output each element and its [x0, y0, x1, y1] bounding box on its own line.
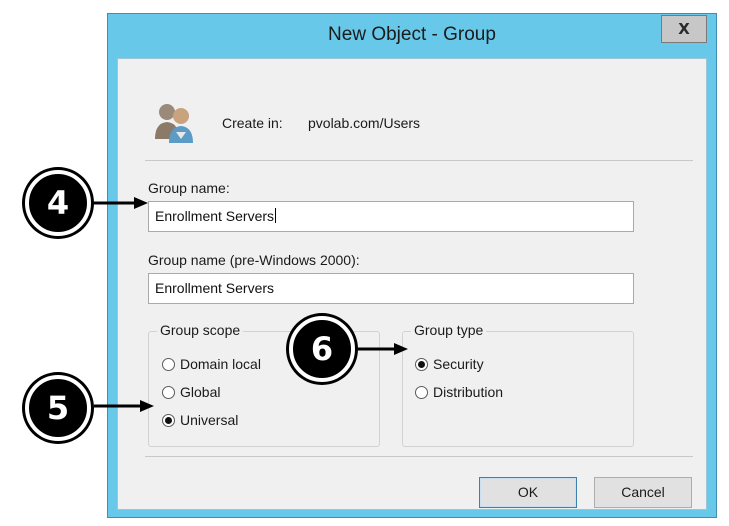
callout-step-4: 4: [25, 170, 91, 236]
arrow-icon: [94, 197, 148, 209]
dialog-body: Create in: pvolab.com/Users Group name: …: [117, 58, 707, 510]
create-in-path: pvolab.com/Users: [308, 115, 421, 131]
radio-label: Security: [433, 356, 484, 372]
create-in-label: Create in:: [222, 115, 283, 131]
title-bar[interactable]: New Object - Group X: [108, 14, 716, 58]
group-icon: [155, 104, 193, 143]
group-name-pre2000-label: Group name (pre-Windows 2000):: [148, 252, 360, 268]
radio-security[interactable]: Security: [415, 356, 484, 372]
group-name-input[interactable]: Enrollment Servers: [148, 201, 634, 232]
radio-button-selected[interactable]: [415, 357, 428, 371]
ok-button[interactable]: OK: [479, 477, 577, 508]
radio-domain-local[interactable]: Domain local: [162, 356, 261, 372]
group-type-title: Group type: [411, 322, 487, 338]
radio-label: Distribution: [433, 384, 504, 400]
group-name-label: Group name:: [148, 180, 230, 196]
callout-step-6: 6: [289, 316, 355, 382]
new-object-group-dialog: New Object - Group X Create in: pvolab.c…: [107, 13, 717, 518]
callout-step-5: 5: [25, 375, 91, 441]
radio-button-selected[interactable]: [162, 413, 175, 427]
radio-button[interactable]: [162, 385, 175, 399]
group-name-value: Enrollment Servers: [155, 208, 275, 224]
radio-label: Global: [180, 384, 221, 400]
cancel-button[interactable]: Cancel: [594, 477, 692, 508]
radio-button[interactable]: [162, 357, 175, 371]
divider: [145, 456, 693, 457]
radio-universal[interactable]: Universal: [162, 412, 238, 428]
arrow-icon: [94, 400, 154, 412]
arrow-icon: [358, 343, 408, 355]
divider: [145, 160, 693, 161]
group-scope-title: Group scope: [157, 322, 244, 338]
radio-button[interactable]: [415, 385, 428, 399]
group-name-pre2000-value: Enrollment Servers: [155, 280, 275, 296]
group-name-pre2000-input[interactable]: Enrollment Servers: [148, 273, 634, 304]
text-cursor: [275, 208, 277, 223]
close-button[interactable]: X: [661, 15, 707, 43]
radio-global[interactable]: Global: [162, 384, 220, 400]
dialog-title: New Object - Group: [328, 24, 496, 45]
group-type-box: Group type Security Distribution: [402, 322, 634, 447]
radio-label: Universal: [180, 412, 239, 428]
radio-distribution[interactable]: Distribution: [415, 384, 503, 400]
radio-label: Domain local: [180, 356, 261, 372]
